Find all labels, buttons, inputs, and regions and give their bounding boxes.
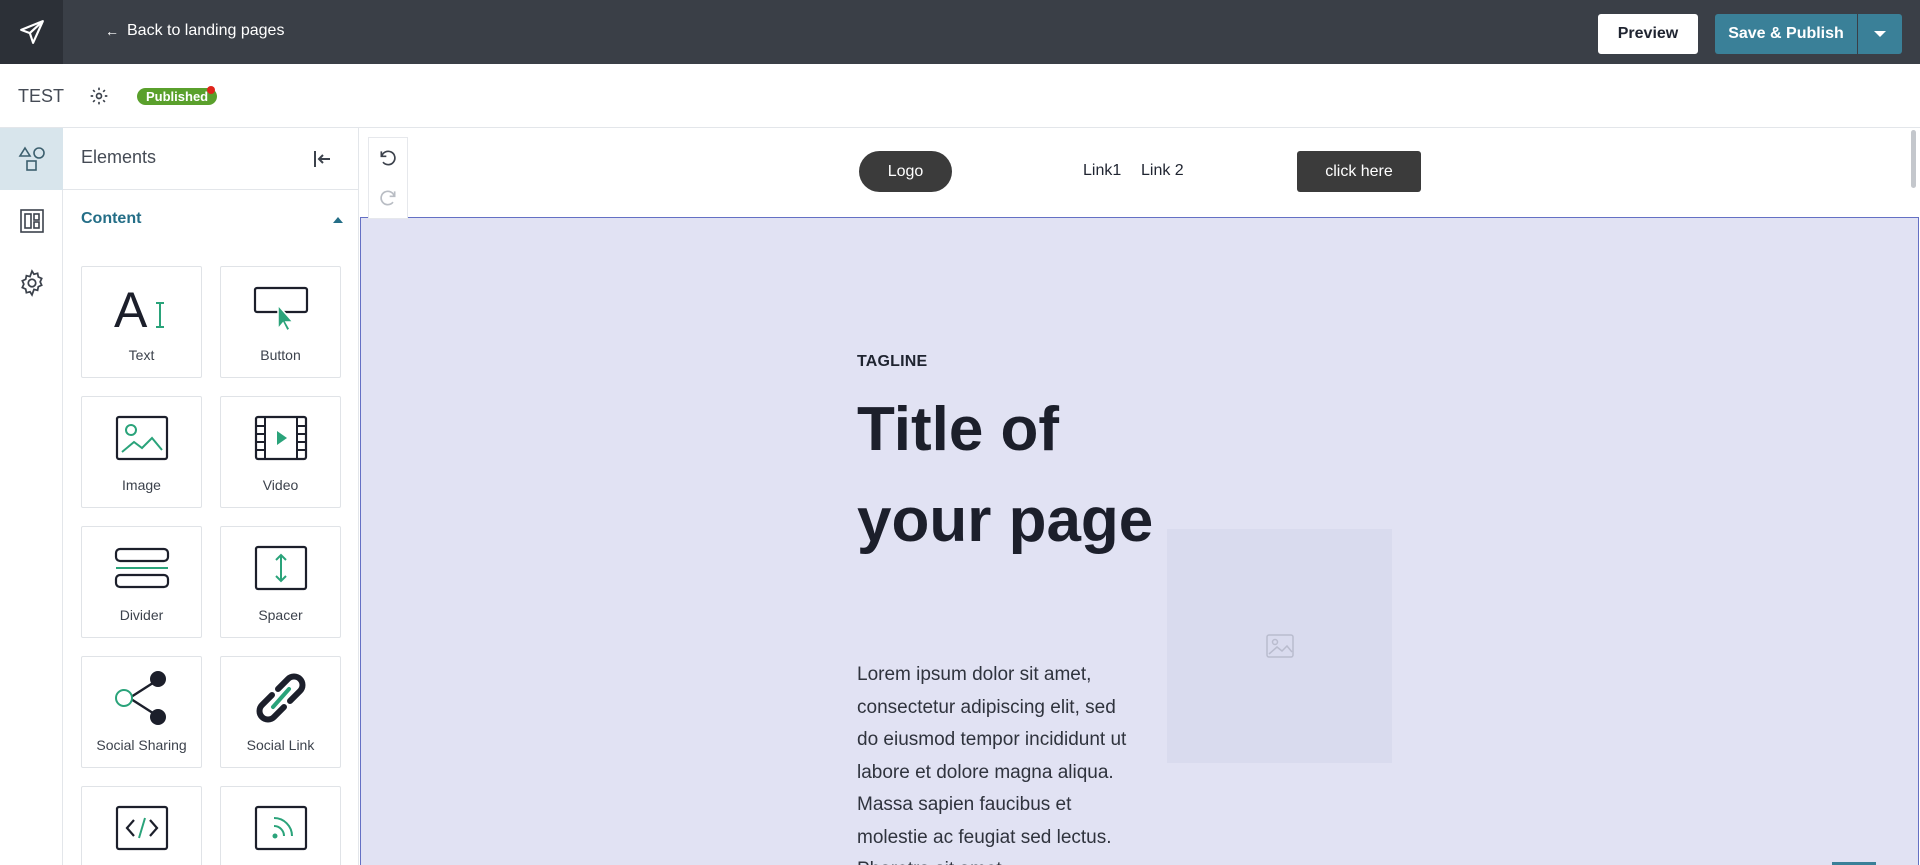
element-tile-image[interactable]: Image bbox=[81, 396, 202, 508]
hero-tagline[interactable]: TAGLINE bbox=[857, 353, 927, 371]
social-link-icon bbox=[256, 673, 305, 723]
canvas-scrollbar[interactable] bbox=[1908, 128, 1920, 865]
content-section-label: Content bbox=[81, 210, 142, 227]
elements-panel-header: Elements bbox=[63, 128, 359, 190]
page-info-bar: TEST Published bbox=[0, 64, 1920, 128]
element-tile-button[interactable]: Button bbox=[220, 266, 341, 378]
publish-options-dropdown[interactable] bbox=[1858, 14, 1902, 54]
rss-icon bbox=[254, 805, 307, 851]
content-section-toggle[interactable]: Content bbox=[81, 210, 343, 232]
tile-label: Divider bbox=[119, 607, 164, 623]
page-name: TEST bbox=[18, 86, 65, 106]
code-icon bbox=[115, 805, 168, 851]
collapse-panel-icon[interactable] bbox=[310, 147, 334, 171]
image-placeholder-icon bbox=[1265, 634, 1294, 658]
rail-settings-tab[interactable] bbox=[0, 252, 63, 314]
text-icon: A bbox=[114, 283, 164, 333]
preview-button[interactable]: Preview bbox=[1598, 14, 1698, 54]
spacer-icon bbox=[254, 545, 307, 591]
arrow-left-icon: ← bbox=[105, 23, 119, 39]
scrollbar-thumb[interactable] bbox=[1911, 130, 1916, 188]
social-sharing-icon bbox=[114, 671, 166, 725]
redo-icon bbox=[380, 190, 396, 206]
panel-title: Elements bbox=[81, 147, 157, 167]
back-link-label: Back to landing pages bbox=[127, 22, 285, 39]
brand-home-button[interactable] bbox=[0, 0, 63, 64]
layout-icon bbox=[19, 209, 44, 233]
element-tile-video[interactable]: Video bbox=[220, 396, 341, 508]
settings-gear-icon bbox=[20, 269, 43, 297]
tile-label: Social Link bbox=[246, 737, 315, 753]
element-tile-spacer[interactable]: Spacer bbox=[220, 526, 341, 638]
rail-elements-tab[interactable] bbox=[0, 128, 63, 190]
chevron-down-icon bbox=[1874, 31, 1886, 37]
shapes-icon bbox=[18, 146, 45, 171]
canvas-cta-button[interactable]: click here bbox=[1297, 151, 1421, 192]
hero-body-text[interactable]: Lorem ipsum dolor sit amet, consectetur … bbox=[857, 659, 1141, 865]
undo-icon bbox=[380, 150, 396, 166]
image-icon bbox=[115, 415, 168, 461]
top-bar: ← Back to landing pages Preview Save & P… bbox=[0, 0, 1920, 64]
chevron-up-icon bbox=[333, 217, 343, 223]
element-tile-code[interactable] bbox=[81, 786, 202, 865]
divider-icon bbox=[114, 547, 169, 589]
save-and-publish-button[interactable]: Save & Publish bbox=[1715, 14, 1857, 54]
tile-label: Image bbox=[122, 477, 161, 493]
element-tile-text[interactable]: A Text bbox=[81, 266, 202, 378]
element-tile-rss[interactable] bbox=[220, 786, 341, 865]
back-to-landing-pages-link[interactable]: ← Back to landing pages bbox=[105, 22, 284, 40]
element-tile-social-link[interactable]: Social Link bbox=[220, 656, 341, 768]
rail-layout-tab[interactable] bbox=[0, 190, 63, 252]
page-canvas: Logo Link1 Link 2 click here TAGLINE Tit… bbox=[359, 128, 1920, 865]
page-settings-gear-icon[interactable] bbox=[89, 86, 109, 106]
tile-label: Video bbox=[262, 477, 299, 493]
tile-label: Spacer bbox=[258, 607, 303, 623]
canvas-logo-button[interactable]: Logo bbox=[859, 151, 952, 192]
hero-image-placeholder[interactable] bbox=[1167, 529, 1392, 763]
tile-label: Social Sharing bbox=[96, 737, 187, 753]
element-tile-social-sharing[interactable]: Social Sharing bbox=[81, 656, 202, 768]
tile-label: Text bbox=[128, 347, 155, 363]
history-controls bbox=[368, 137, 408, 219]
redo-button[interactable] bbox=[376, 186, 400, 210]
hero-title[interactable]: Title of your page bbox=[857, 384, 1157, 566]
element-tile-divider[interactable]: Divider bbox=[81, 526, 202, 638]
video-icon bbox=[254, 415, 307, 461]
paper-plane-icon bbox=[19, 20, 44, 44]
svg-text:A: A bbox=[114, 283, 148, 333]
status-badge: Published bbox=[137, 88, 218, 105]
undo-button[interactable] bbox=[376, 146, 400, 170]
button-icon bbox=[253, 286, 308, 331]
canvas-nav-link-2[interactable]: Link 2 bbox=[1141, 162, 1184, 180]
elements-panel: Elements Content A Text Button Image Vid… bbox=[63, 128, 359, 865]
left-rail bbox=[0, 128, 63, 865]
tile-label: Button bbox=[260, 347, 301, 363]
notification-dot bbox=[207, 86, 215, 94]
canvas-nav-link-1[interactable]: Link1 bbox=[1083, 162, 1121, 180]
